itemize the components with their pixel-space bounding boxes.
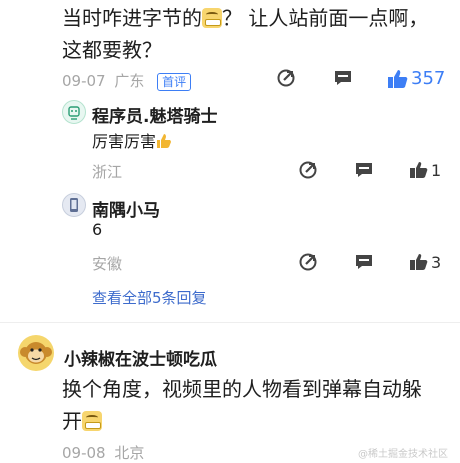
share-icon[interactable] xyxy=(276,68,296,88)
second-comment-line-2: 开 xyxy=(62,405,452,437)
view-all-replies-link[interactable]: 查看全部5条回复 xyxy=(92,287,207,308)
like-icon[interactable] xyxy=(409,160,429,180)
reply-location: 安徽 xyxy=(92,255,123,273)
second-comment-date: 09-08 xyxy=(62,444,106,462)
reply-location: 浙江 xyxy=(92,163,123,181)
top-comment-text-part: 当时咋进字节的 xyxy=(62,6,202,30)
second-comment-location: 北京 xyxy=(114,444,145,462)
reply-author-name[interactable]: 南隅小马 xyxy=(92,196,160,221)
avatar[interactable] xyxy=(62,100,86,124)
share-icon[interactable] xyxy=(298,160,318,180)
second-comment-text: 换个角度，视频里的人物看到弹幕自动躲 开 xyxy=(62,373,452,437)
reply-author-name[interactable]: 程序员.魅塔骑士 xyxy=(92,102,217,127)
avatar[interactable] xyxy=(62,193,86,217)
watermark: @稀土掘金技术社区 xyxy=(358,449,448,460)
top-comment-like-count: 357 xyxy=(411,68,446,89)
top-comment-line-1: 当时咋进字节的 ？ 让人站前面一点啊， xyxy=(62,2,457,34)
reply-like-count: 1 xyxy=(431,161,442,180)
top-comment-meta: 09-07 广东 首评 xyxy=(62,70,192,91)
monkey-avatar-icon xyxy=(20,342,52,364)
second-comment-line-1: 换个角度，视频里的人物看到弹幕自动躲 xyxy=(62,377,422,401)
top-comment-line-2: 这都要教？ xyxy=(62,38,162,62)
grin-emoji-icon xyxy=(202,8,222,28)
comment-author-name[interactable]: 小辣椒在波士顿吃瓜 xyxy=(64,345,217,370)
share-icon[interactable] xyxy=(298,252,318,272)
comment-icon[interactable] xyxy=(333,68,353,88)
top-comment-location: 广东 xyxy=(114,72,145,90)
like-icon[interactable] xyxy=(387,68,409,90)
divider xyxy=(0,322,460,323)
thumbs-up-emoji-icon xyxy=(156,133,172,149)
reply-text: 6 xyxy=(92,220,103,239)
comment-icon[interactable] xyxy=(354,160,374,180)
reply-text-content: 厉害厉害 xyxy=(92,132,157,151)
second-comment-text-part: 开 xyxy=(62,409,82,433)
like-icon[interactable] xyxy=(409,252,429,272)
grin-emoji-icon xyxy=(82,411,102,431)
top-comment-date: 09-07 xyxy=(62,72,106,90)
reply-like-count: 3 xyxy=(431,253,442,272)
comment-icon[interactable] xyxy=(354,252,374,272)
robot-avatar-icon xyxy=(68,106,80,120)
top-comment-text-part: ？ 让人站前面一点啊， xyxy=(222,6,429,30)
first-comment-badge: 首评 xyxy=(157,73,192,91)
reply-text: 厉害厉害 xyxy=(92,128,172,152)
top-comment-text: 当时咋进字节的 ？ 让人站前面一点啊， 这都要教？ xyxy=(62,2,457,66)
phone-avatar-icon xyxy=(70,198,78,212)
avatar[interactable] xyxy=(18,335,54,371)
